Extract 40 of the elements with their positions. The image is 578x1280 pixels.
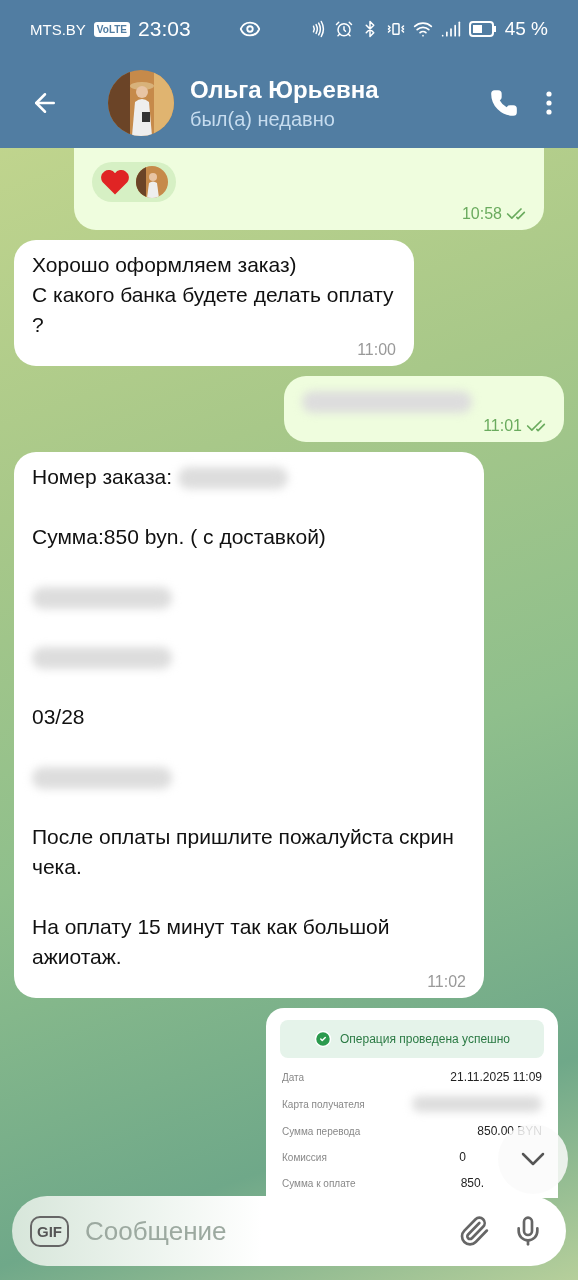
menu-icon	[546, 91, 552, 115]
message-time: 10:58	[461, 204, 502, 224]
message-text: На оплату 15 минут так как большой ажиотаж.	[32, 914, 391, 970]
receipt-label: Комиссия	[282, 1151, 327, 1163]
battery-icon	[468, 21, 497, 37]
receipt-value: 21.11.2025 11:09	[450, 1070, 542, 1084]
signal-icon	[440, 19, 461, 39]
receipt-label: Сумма к оплате	[282, 1177, 356, 1189]
receipt-label: Карта получателя	[282, 1098, 365, 1110]
receipt-label: Дата	[282, 1071, 305, 1083]
gif-button[interactable]: GIF	[30, 1215, 69, 1247]
message-text: Номер заказа:	[32, 465, 173, 488]
receipt-value: 850.	[460, 1176, 484, 1190]
receipt-label: Сумма перевода	[282, 1125, 361, 1137]
message-text: Сумма:850 byn. ( с доставкой)	[32, 524, 327, 550]
carrier-name: MTS.BY	[30, 20, 86, 38]
clock: 23:03	[138, 17, 191, 41]
battery-percent: 45 %	[504, 18, 548, 40]
message-text: После оплаты пришлите пожалуйста скрин чека.	[32, 824, 455, 880]
vibrate-icon	[386, 20, 405, 38]
phone-icon	[490, 89, 518, 117]
last-seen-status: был(а) недавно	[190, 107, 336, 131]
message-text: Хорошо оформляем заказ)	[32, 252, 298, 278]
message-time: 11:02	[427, 972, 466, 992]
message-text: 03/28	[32, 704, 86, 730]
heart-icon	[100, 168, 130, 196]
paperclip-icon	[458, 1215, 490, 1247]
receipt-value: 0	[459, 1150, 466, 1164]
check-circle-icon	[313, 1030, 332, 1048]
contact-name: Ольга Юрьевна	[190, 75, 380, 104]
alarm-icon	[334, 20, 353, 38]
message-composer[interactable]: GIF Сообщение	[12, 1196, 566, 1266]
message-text: С какого банка будете делать оплату ?	[32, 282, 395, 338]
wifi-icon	[412, 19, 433, 39]
message-time: 11:00	[357, 340, 396, 360]
reaction-pill[interactable]	[92, 162, 176, 202]
message-field[interactable]: Сообщение	[83, 1214, 440, 1248]
success-banner-text: Операция проведена успешно	[339, 1032, 510, 1046]
network-badge: VoLTE	[93, 21, 131, 37]
message-time: 11:01	[483, 416, 522, 436]
